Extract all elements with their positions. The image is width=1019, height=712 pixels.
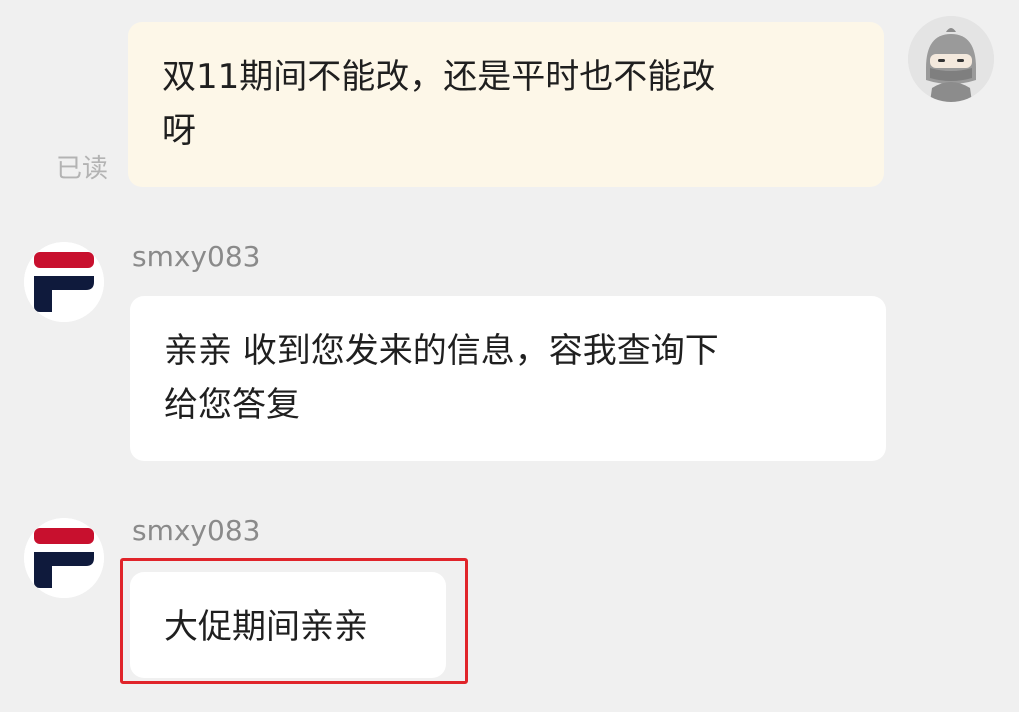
sender-name: smxy083 bbox=[132, 240, 261, 273]
read-status: 已读 bbox=[56, 154, 109, 184]
fila-logo-icon-graphic bbox=[24, 518, 104, 598]
ninja-avatar-icon[interactable] bbox=[908, 16, 994, 102]
message-text: 大促期间亲亲 bbox=[164, 607, 368, 647]
message-text: 亲亲 收到您发来的信息，容我查询下 给您答复 bbox=[164, 331, 719, 425]
message-text: 双11期间不能改，还是平时也不能改 呀 bbox=[162, 57, 716, 151]
fila-logo-icon[interactable] bbox=[24, 242, 104, 322]
outgoing-message-bubble[interactable]: 双11期间不能改，还是平时也不能改 呀 bbox=[128, 22, 884, 187]
fila-logo-icon[interactable] bbox=[24, 518, 104, 598]
incoming-message-bubble[interactable]: 大促期间亲亲 bbox=[130, 572, 446, 678]
incoming-message-bubble[interactable]: 亲亲 收到您发来的信息，容我查询下 给您答复 bbox=[130, 296, 886, 461]
sender-name: smxy083 bbox=[132, 514, 261, 547]
ninja-avatar-icon-graphic bbox=[908, 16, 994, 102]
fila-logo-icon-graphic bbox=[24, 242, 104, 322]
chat-conversation: 已读 双11期间不能改，还是平时也不能改 呀 smxy083 亲亲 收到您发来的… bbox=[0, 0, 1019, 712]
